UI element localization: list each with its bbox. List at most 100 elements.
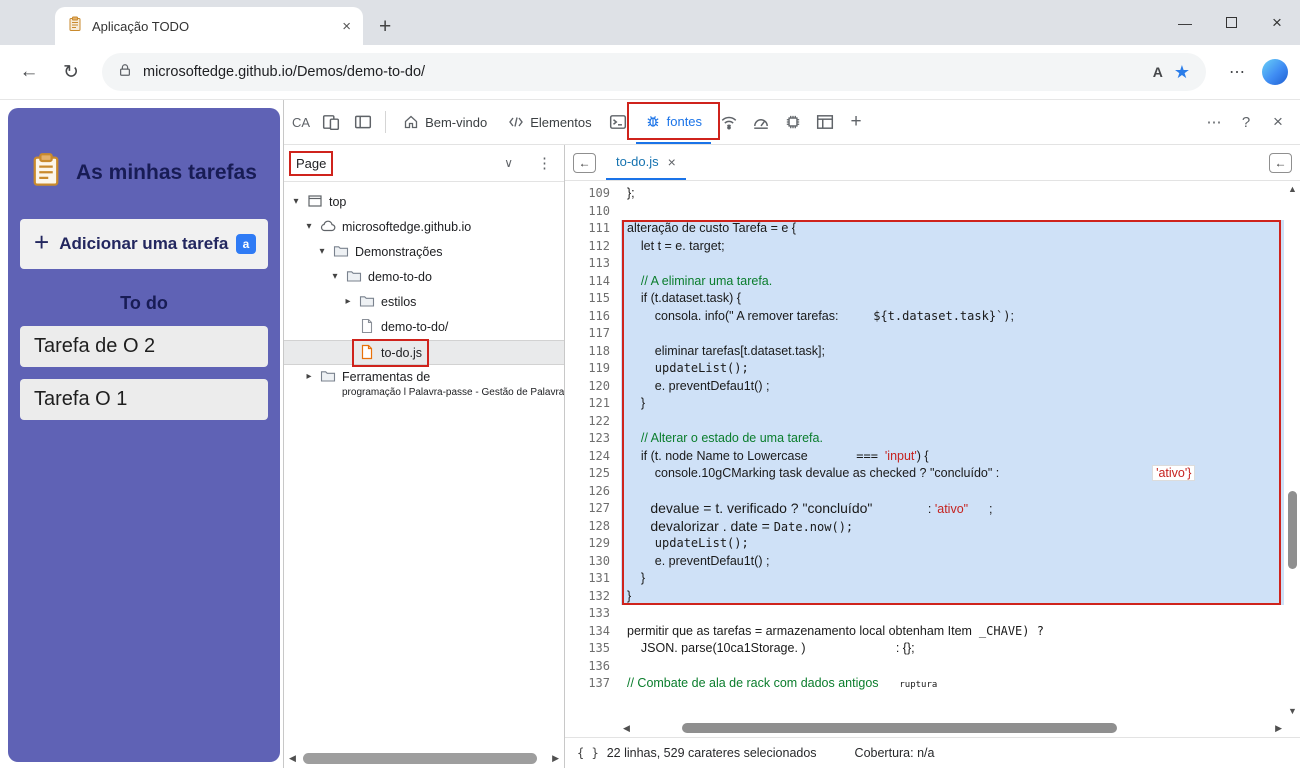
line-number[interactable]: 125 <box>565 465 610 483</box>
kebab-menu-icon[interactable]: ⋮ <box>537 154 552 172</box>
tree-item-demo-to-do[interactable]: ▾ demo-to-do <box>284 265 564 290</box>
code-line-133[interactable] <box>621 605 1284 623</box>
code-line-117[interactable] <box>621 325 1284 343</box>
expand-arrow-icon[interactable]: ▸ <box>342 293 354 311</box>
line-number[interactable]: 135 <box>565 640 610 658</box>
line-number[interactable]: 118 <box>565 343 610 361</box>
toggle-navigator-icon[interactable]: ← <box>573 152 596 173</box>
navigator-horizontal-scrollbar[interactable]: ◀ ▶ <box>289 752 559 765</box>
chevron-down-icon[interactable]: ∨ <box>504 156 513 170</box>
scroll-down-icon[interactable]: ▼ <box>1288 706 1297 716</box>
new-tab-button[interactable]: + <box>379 16 391 37</box>
tree-item-microsoftedge-github-io[interactable]: ▾ microsoftedge.github.io <box>284 215 564 240</box>
code-line-114[interactable]: // A eliminar uma tarefa. <box>621 272 1284 290</box>
line-number[interactable]: 112 <box>565 238 610 256</box>
code-line-111[interactable]: alteração de custo Tarefa = e { <box>621 220 1284 238</box>
browser-tab[interactable]: Aplicação TODO × <box>55 7 363 45</box>
close-devtools-icon[interactable]: × <box>1264 108 1292 136</box>
inspect-tool-label[interactable]: CA <box>292 115 310 130</box>
line-number[interactable]: 128 <box>565 518 610 536</box>
scrollbar-thumb[interactable] <box>303 753 537 764</box>
code-line-120[interactable]: e. preventDefau1t() ; <box>621 377 1284 395</box>
line-number[interactable]: 129 <box>565 535 610 553</box>
add-task-button[interactable]: + Adicionar uma tarefa a <box>20 219 268 269</box>
code-line-135[interactable]: JSON. parse(10ca1Storage. ) : {}; <box>621 640 1284 658</box>
line-number[interactable]: 120 <box>565 378 610 396</box>
editor-vertical-scrollbar[interactable]: ▲ ▼ <box>1285 181 1300 719</box>
maximize-icon[interactable] <box>1208 0 1254 45</box>
line-number[interactable]: 115 <box>565 290 610 308</box>
expand-arrow-icon[interactable]: ▸ <box>303 368 315 386</box>
memory-icon[interactable] <box>778 108 807 137</box>
console-icon[interactable] <box>604 108 633 137</box>
code-line-134[interactable]: permitir que as tarefas = armazenamento … <box>621 623 1284 641</box>
scroll-right-icon[interactable]: ▶ <box>1275 723 1282 734</box>
scrollbar-thumb[interactable] <box>682 723 1118 733</box>
code-line-137[interactable]: // Combate de ala de rack com dados anti… <box>621 675 1284 693</box>
back-icon[interactable]: ← <box>12 55 46 89</box>
line-number[interactable]: 121 <box>565 395 610 413</box>
expand-arrow-icon[interactable]: ▾ <box>303 218 315 236</box>
line-number[interactable]: 122 <box>565 413 610 431</box>
line-number[interactable]: 131 <box>565 570 610 588</box>
scrollbar-thumb[interactable] <box>1288 491 1297 569</box>
network-icon[interactable] <box>714 108 743 137</box>
line-number[interactable]: 110 <box>565 203 610 221</box>
line-number[interactable]: 111 <box>565 220 610 238</box>
line-number[interactable]: 137 <box>565 675 610 693</box>
tab-elements[interactable]: Elementos <box>499 100 600 144</box>
editor-horizontal-scrollbar[interactable]: ◀ ▶ <box>623 720 1282 736</box>
code-line-128[interactable]: devalorizar . date = Date.now(); <box>621 517 1284 535</box>
code-line-119[interactable]: updateList(); <box>621 360 1284 378</box>
code-line-129[interactable]: updateList(); <box>621 535 1284 553</box>
code-line-109[interactable]: }; <box>621 185 1284 203</box>
code-line-110[interactable] <box>621 203 1284 221</box>
expand-arrow-icon[interactable]: ▾ <box>316 243 328 261</box>
tree-item-ferramentas-de[interactable]: ▸ Ferramentas de programação l Palavra-pas… <box>284 365 564 399</box>
expand-arrow-icon[interactable]: ▾ <box>290 193 302 211</box>
code-line-123[interactable]: // Alterar o estado de uma tarefa. <box>621 430 1284 448</box>
task-item[interactable]: Tarefa de O 2 <box>20 326 268 367</box>
close-window-icon[interactable]: × <box>1254 0 1300 45</box>
site-info-lock-icon[interactable] <box>118 63 132 82</box>
expand-arrow-icon[interactable]: ▾ <box>329 268 341 286</box>
scroll-up-icon[interactable]: ▲ <box>1288 184 1297 194</box>
copilot-icon[interactable] <box>1262 59 1288 85</box>
line-number[interactable]: 133 <box>565 605 610 623</box>
tree-item-estilos[interactable]: ▸ estilos <box>284 290 564 315</box>
line-number[interactable]: 109 <box>565 185 610 203</box>
read-aloud-icon[interactable]: A <box>1153 64 1163 80</box>
performance-icon[interactable] <box>746 108 775 137</box>
code-line-118[interactable]: eliminar tarefas[t.dataset.task]; <box>621 342 1284 360</box>
tab-welcome[interactable]: Bem-vindo <box>394 100 496 144</box>
more-tools-icon[interactable]: + <box>842 108 870 136</box>
application-icon[interactable] <box>810 108 839 137</box>
more-options-icon[interactable]: ⋯ <box>1200 108 1228 136</box>
tree-item-demo-to-do[interactable]: demo-to-do/ <box>284 315 564 340</box>
code-line-115[interactable]: if (t.dataset.task) { <box>621 290 1284 308</box>
scroll-left-icon[interactable]: ◀ <box>623 723 630 734</box>
code-line-136[interactable] <box>621 658 1284 676</box>
code-line-121[interactable]: } <box>621 395 1284 413</box>
line-number[interactable]: 113 <box>565 255 610 273</box>
code-line-112[interactable]: let t = e. target; <box>621 237 1284 255</box>
refresh-icon[interactable]: ↻ <box>54 55 88 89</box>
line-number[interactable]: 127 <box>565 500 610 518</box>
device-emulation-icon[interactable] <box>316 108 345 137</box>
scroll-right-icon[interactable]: ▶ <box>552 753 559 764</box>
task-item[interactable]: Tarefa O 1 <box>20 379 268 420</box>
line-number[interactable]: 136 <box>565 658 610 676</box>
line-number[interactable]: 124 <box>565 448 610 466</box>
navigator-tab-page[interactable]: Page <box>288 150 334 176</box>
tree-item-to-do-js[interactable]: to-do.js <box>284 339 564 367</box>
tree-item-demonstra-es[interactable]: ▾ Demonstrações <box>284 240 564 265</box>
tab-close-icon[interactable]: × <box>342 18 351 35</box>
line-number[interactable]: 123 <box>565 430 610 448</box>
code-line-132[interactable]: } <box>621 587 1284 605</box>
minimize-icon[interactable]: — <box>1162 0 1208 45</box>
code-line-124[interactable]: if (t. node Name to Lowercase === 'input… <box>621 447 1284 465</box>
line-number[interactable]: 132 <box>565 588 610 606</box>
tree-item-top[interactable]: ▾ top <box>284 190 564 215</box>
editor-tab-to-do-js[interactable]: to-do.js × <box>606 145 686 180</box>
address-bar[interactable]: microsoftedge.github.io/Demos/demo-to-do… <box>102 53 1206 91</box>
